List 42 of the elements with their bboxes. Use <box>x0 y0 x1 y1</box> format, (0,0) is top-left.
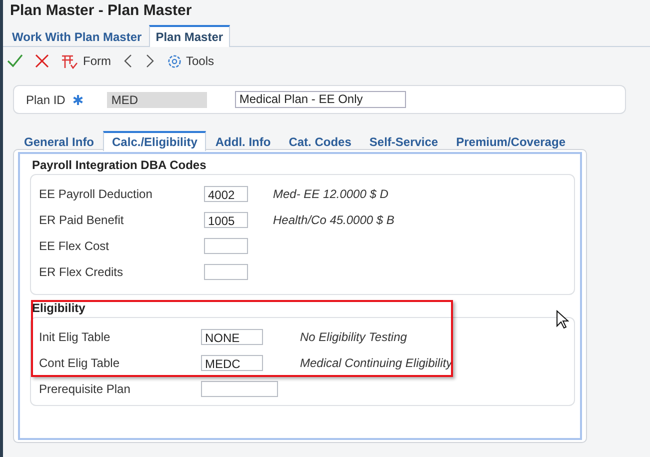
form-tab[interactable]: Addl. Info <box>206 131 280 151</box>
input-field[interactable]: 4002 <box>204 186 248 202</box>
plan-id-label: Plan ID <box>26 92 66 106</box>
form-tab[interactable]: Cat. Codes <box>280 131 360 151</box>
field-description: Health/Co 45.0000 $ B <box>273 212 394 226</box>
field-label: EE Payroll Deduction <box>38 186 154 200</box>
field-label: Cont Elig Table <box>38 356 120 370</box>
form-check-icon <box>61 54 79 68</box>
input-field[interactable]: 1005 <box>204 212 248 228</box>
section-title: Eligibility <box>32 301 86 315</box>
description-field: Medical Plan - EE Only <box>235 91 406 108</box>
field-label: ER Flex Credits <box>38 264 124 278</box>
input-field[interactable] <box>201 380 278 396</box>
gear-icon <box>167 54 182 68</box>
required-icon <box>73 94 84 104</box>
app-tab[interactable]: Work With Plan Master <box>5 25 149 47</box>
field-label: Prerequisite Plan <box>38 382 132 396</box>
form-tab[interactable]: Premium/Coverage <box>447 131 574 151</box>
field-description: Medical Continuing Eligibility <box>300 356 452 370</box>
section-title: Payroll Integration DBA Codes <box>32 158 208 172</box>
input-field[interactable] <box>204 238 248 254</box>
form-tab[interactable]: General Info <box>15 131 104 151</box>
form-menu-button[interactable]: Form <box>61 54 111 68</box>
field-description: No Eligibility Testing <box>300 330 407 344</box>
form-tab[interactable]: Self-Service <box>360 131 448 151</box>
field-label: ER Paid Benefit <box>38 212 125 226</box>
close-icon[interactable] <box>35 54 49 68</box>
form-tab[interactable]: Calc./Eligibility <box>103 131 206 151</box>
mouse-pointer-icon <box>556 310 569 329</box>
previous-icon[interactable] <box>123 54 133 68</box>
field-label: Init Elig Table <box>38 330 112 344</box>
tools-button[interactable]: Tools <box>167 54 214 68</box>
app-tab[interactable]: Plan Master <box>148 25 230 47</box>
next-icon[interactable] <box>145 54 155 68</box>
check-icon[interactable] <box>7 54 23 68</box>
plan-id-field: MED <box>107 92 208 108</box>
field-label: EE Flex Cost <box>38 238 110 252</box>
input-field[interactable] <box>204 264 248 280</box>
input-field[interactable]: NONE <box>201 328 263 344</box>
field-description: Med- EE 12.0000 $ D <box>273 186 388 200</box>
input-field[interactable]: MEDC <box>201 354 263 370</box>
window-title: Plan Master - Plan Master <box>9 1 193 21</box>
